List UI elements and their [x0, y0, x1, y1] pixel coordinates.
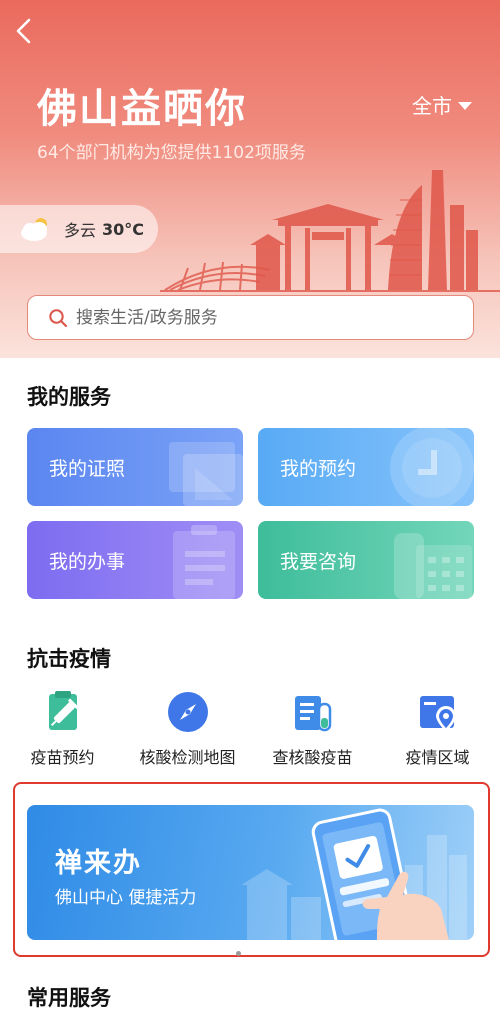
- banner-subtitle: 佛山中心 便捷活力: [55, 888, 197, 908]
- clock-icon: [390, 428, 474, 506]
- app-title: 佛山益晒你: [37, 86, 247, 132]
- certificate-icon: [169, 442, 243, 506]
- city-skyline-illustration: [160, 170, 500, 292]
- caret-down-icon: [458, 102, 472, 110]
- epi-label: 疫情区域: [405, 748, 470, 767]
- search-bar[interactable]: [27, 295, 474, 340]
- telephone-icon: [394, 533, 472, 599]
- city-label: 全市: [412, 94, 452, 118]
- nucleic-test-map[interactable]: 核酸检测地图: [125, 690, 250, 768]
- common-services-title: 常用服务: [27, 986, 111, 1010]
- epi-label: 核酸检测地图: [139, 748, 236, 767]
- card-my-certificates[interactable]: 我的证照: [27, 428, 243, 506]
- card-label: 我的预约: [280, 458, 357, 480]
- header: 佛山益晒你 全市 64个部门机构为您提供1102项服务 多云 30°C 搜索生活…: [0, 0, 500, 358]
- card-label: 我要咨询: [280, 551, 357, 573]
- card-consultation[interactable]: 我要咨询: [258, 521, 474, 599]
- my-services-title: 我的服务: [27, 385, 111, 409]
- vaccine-icon: [48, 691, 79, 730]
- check-nucleic-vaccine[interactable]: 查核酸疫苗: [250, 690, 375, 768]
- compass-icon: [167, 692, 208, 732]
- promo-banner[interactable]: 禅来办 佛山中心 便捷活力: [27, 805, 474, 940]
- card-my-appointments[interactable]: 我的预约: [258, 428, 474, 506]
- map-pin-icon: [419, 696, 456, 732]
- epi-label: 查核酸疫苗: [272, 748, 353, 767]
- search-input[interactable]: [76, 307, 456, 328]
- epidemic-area[interactable]: 疫情区域: [375, 690, 500, 768]
- carousel-indicator: [236, 951, 241, 956]
- banner-title: 禅来办: [55, 848, 142, 879]
- vaccine-appointment[interactable]: 疫苗预约: [0, 690, 125, 768]
- phone-hand-illustration: [241, 808, 467, 940]
- weather-widget: 多云 30°C: [0, 205, 158, 253]
- weather-temperature: 30°C: [102, 219, 145, 239]
- test-tube-icon: [294, 696, 331, 732]
- epi-label: 疫苗预约: [30, 748, 95, 767]
- city-selector[interactable]: 全市: [412, 90, 472, 119]
- card-my-affairs[interactable]: 我的办事: [27, 521, 243, 599]
- weather-condition: 多云: [64, 221, 97, 240]
- carousel-dot-active[interactable]: [236, 951, 241, 956]
- search-icon: [49, 308, 68, 327]
- epidemic-section-title: 抗击疫情: [27, 647, 111, 671]
- cloudy-sun-icon: [21, 218, 47, 241]
- clipboard-icon: [173, 525, 235, 599]
- card-label: 我的证照: [49, 458, 126, 480]
- card-label: 我的办事: [49, 551, 126, 573]
- back-arrow-icon[interactable]: [10, 14, 40, 48]
